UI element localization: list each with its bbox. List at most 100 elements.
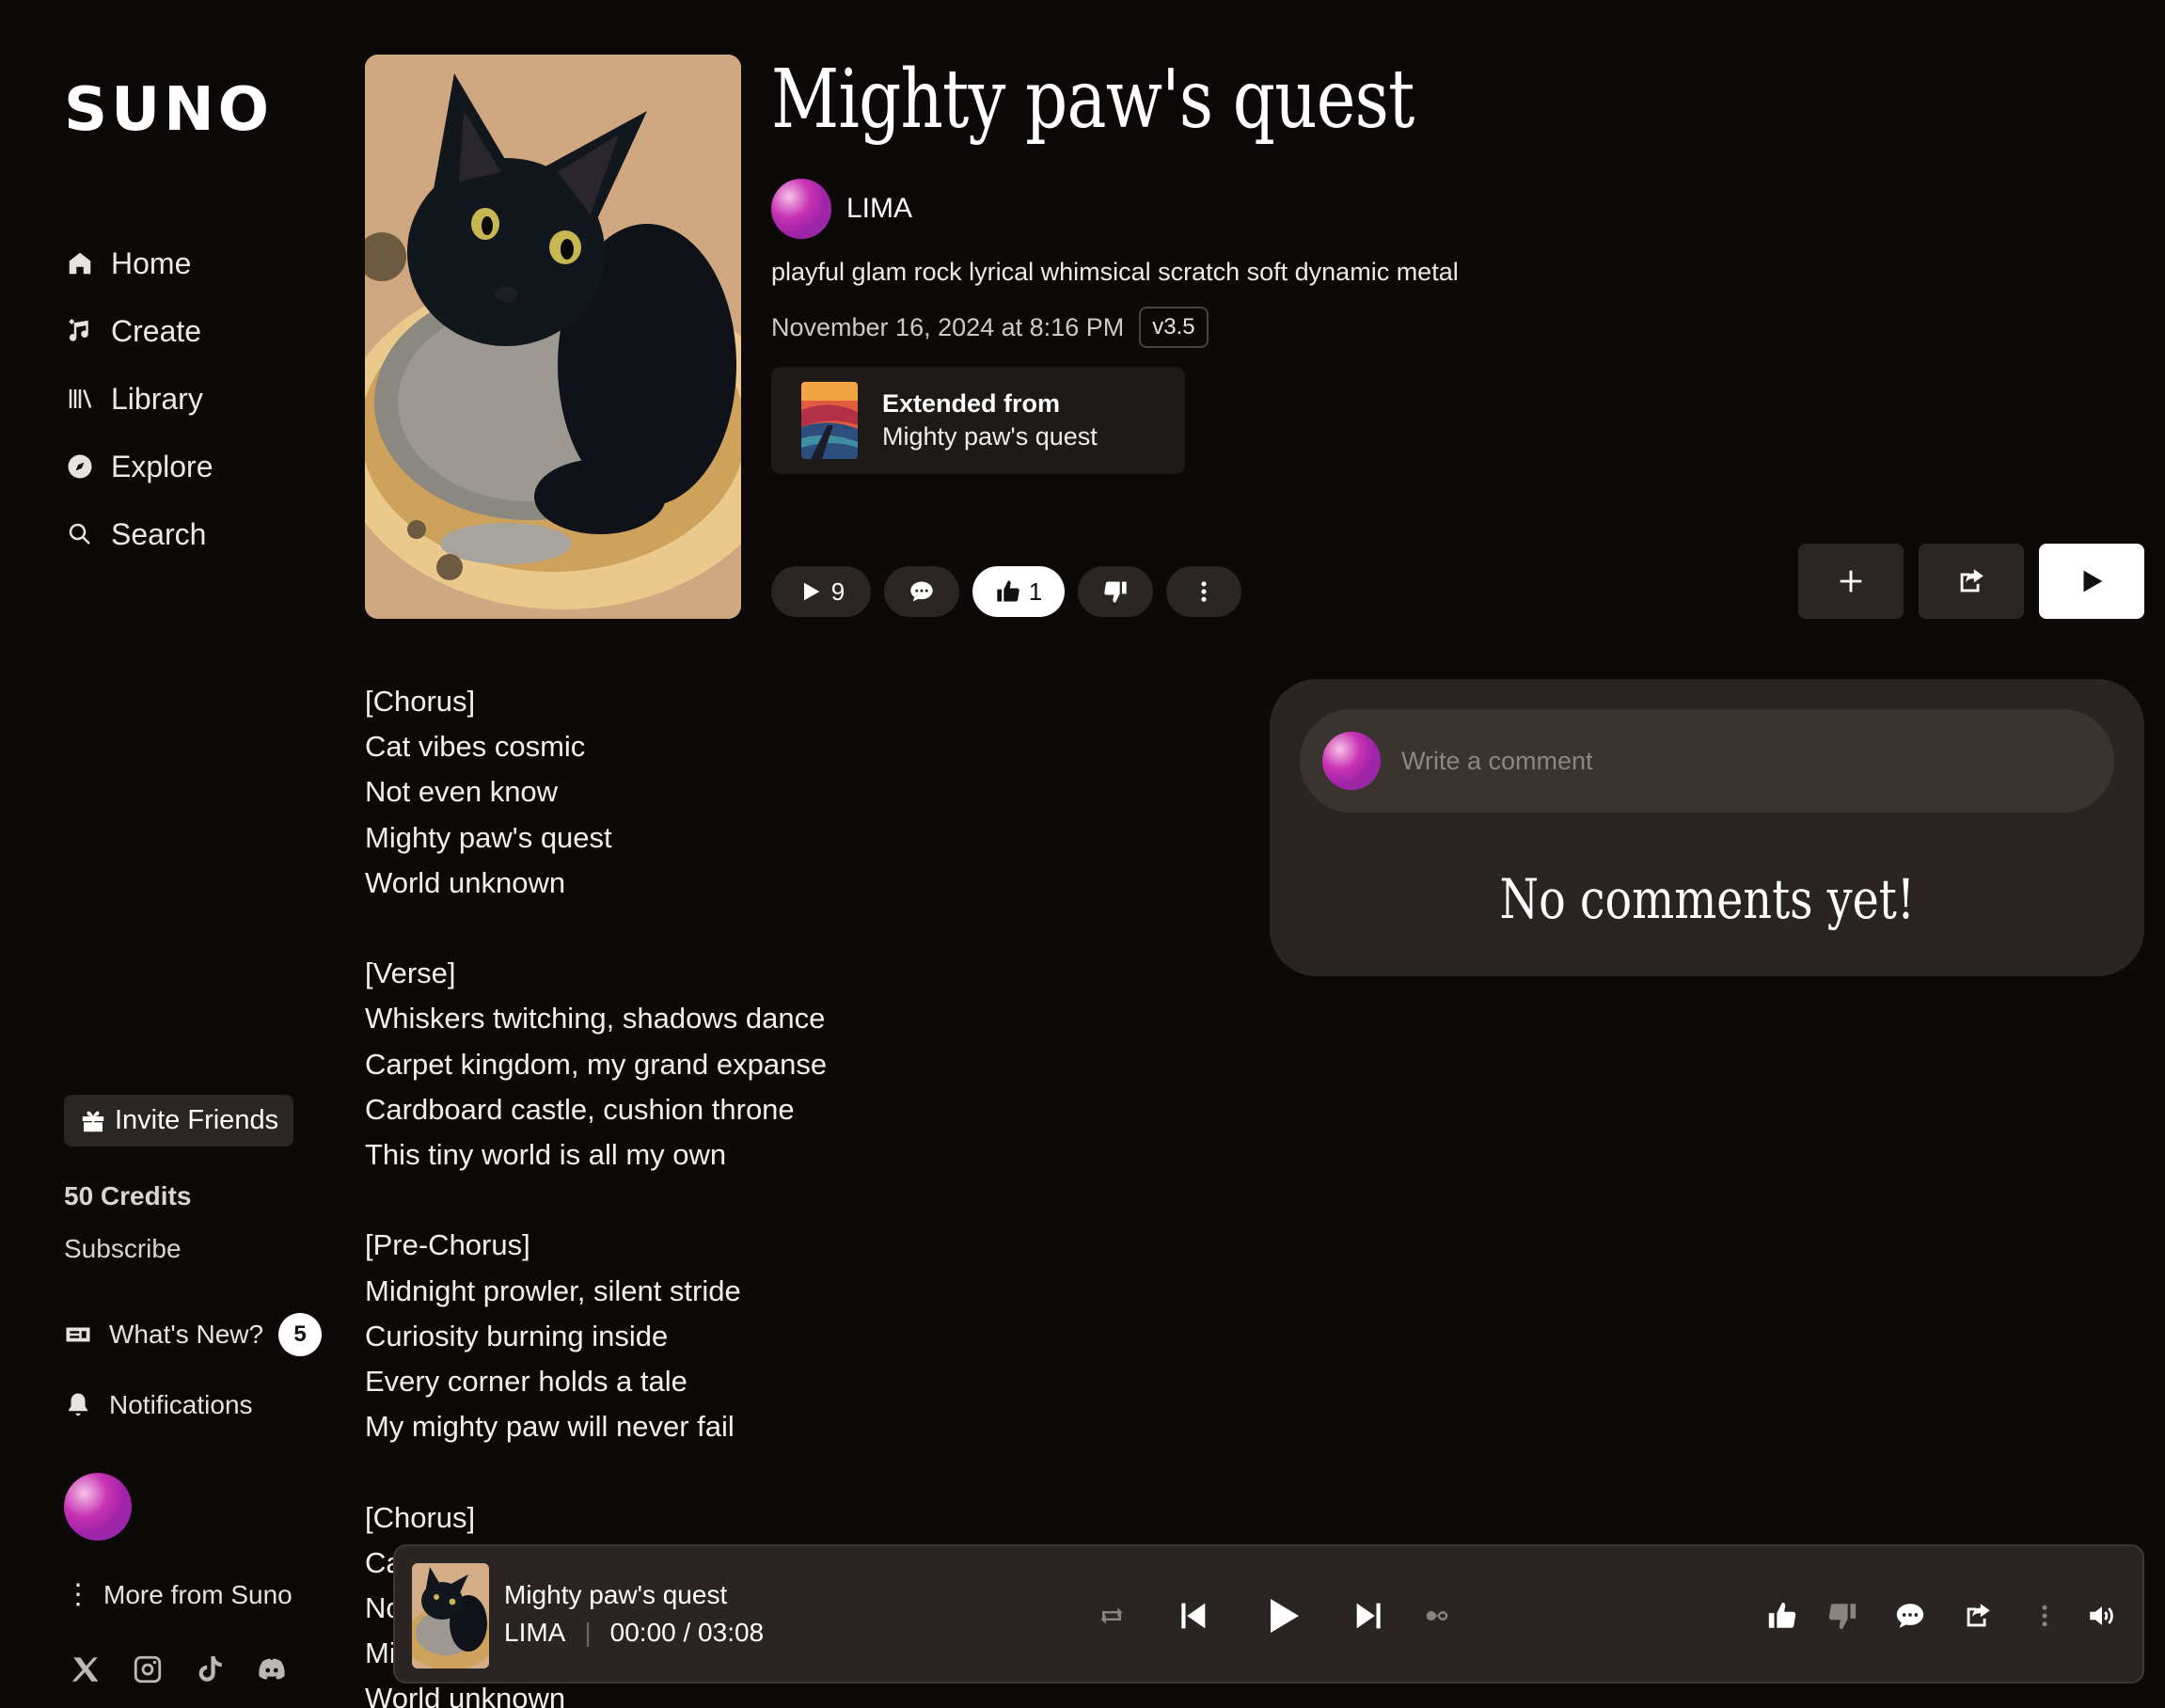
compass-icon (64, 451, 96, 482)
sidebar-item-label: Home (111, 245, 192, 280)
infinite-play-button[interactable] (1418, 1546, 1456, 1685)
library-icon (64, 383, 96, 415)
credits-count: 50 Credits (64, 1181, 192, 1210)
instagram-icon[interactable] (132, 1653, 164, 1685)
cover-art[interactable] (365, 55, 741, 619)
subscribe-link[interactable]: Subscribe (64, 1234, 182, 1264)
x-icon[interactable] (70, 1653, 102, 1685)
player-share-button[interactable] (1954, 1546, 2001, 1685)
comment-input[interactable] (1401, 746, 2060, 776)
player-comment-button[interactable] (1887, 1546, 1934, 1685)
whats-new-badge: 5 (278, 1313, 323, 1356)
extended-from-text: Extended from Mighty paw's quest (882, 389, 1098, 451)
tiktok-icon[interactable] (194, 1653, 226, 1685)
sidebar-item-explore[interactable]: Explore (64, 433, 213, 500)
more-vertical-icon: ⋮ (64, 1579, 92, 1610)
whats-new-button[interactable]: What's New? 5 (64, 1313, 323, 1356)
song-action-pills: 9 1 (771, 566, 1241, 617)
share-button[interactable] (1919, 544, 2024, 619)
comments-panel: No comments yet! (1270, 679, 2144, 976)
invite-friends-button[interactable]: Invite Friends (64, 1095, 294, 1147)
play-icon (803, 582, 820, 601)
sidebar-item-label: Explore (111, 449, 213, 483)
music-note-icon (64, 315, 96, 347)
thumbs-down-icon (1104, 581, 1127, 603)
add-to-playlist-button[interactable] (1798, 544, 1904, 619)
suno-logo[interactable]: SUNO (64, 75, 273, 145)
more-vertical-icon (2042, 1605, 2047, 1627)
newspaper-icon (66, 1327, 90, 1342)
player-like-button[interactable] (1759, 1546, 1806, 1685)
extended-from-card[interactable]: Extended from Mighty paw's quest (771, 367, 1185, 474)
sidebar-item-library[interactable]: Library (64, 365, 213, 433)
sidebar-item-home[interactable]: Home (64, 229, 213, 297)
social-links (70, 1653, 288, 1685)
invite-friends-label: Invite Friends (115, 1105, 279, 1135)
player-time: 00:00 / 03:08 (609, 1618, 765, 1647)
play-song-button[interactable] (2039, 544, 2144, 619)
player-play-button[interactable] (1249, 1546, 1315, 1685)
user-avatar[interactable] (64, 1473, 132, 1541)
player-artist[interactable]: LIMA (504, 1618, 565, 1648)
artist-avatar[interactable] (771, 179, 831, 239)
like-button[interactable]: 1 (972, 566, 1065, 617)
player-subtitle: LIMA | 00:00 / 03:08 (504, 1618, 764, 1648)
repeat-icon (1100, 1607, 1123, 1624)
thumbs-down-icon (1828, 1604, 1857, 1630)
sidebar-item-label: Library (111, 381, 203, 416)
notifications-button[interactable]: Notifications (64, 1390, 253, 1420)
separator: | (584, 1618, 592, 1647)
sidebar: SUNO Home Create Library Explore Search … (0, 0, 348, 1708)
sidebar-item-search[interactable]: Search (64, 500, 213, 568)
play-count: 9 (830, 577, 845, 606)
previous-track-button[interactable] (1164, 1546, 1221, 1685)
dislike-button[interactable] (1078, 566, 1153, 617)
extended-from-label: Extended from (882, 389, 1061, 418)
plus-icon (1840, 570, 1862, 593)
comment-icon (1896, 1604, 1924, 1628)
next-track-button[interactable] (1341, 1546, 1398, 1685)
thumbs-up-icon (1768, 1602, 1796, 1628)
player-more-button[interactable] (2026, 1546, 2063, 1685)
comment-icon (910, 581, 933, 602)
player-dislike-button[interactable] (1819, 1546, 1866, 1685)
search-icon (64, 518, 96, 550)
sidebar-item-create[interactable]: Create (64, 297, 213, 365)
more-options-button[interactable] (1166, 566, 1241, 617)
app-root: SUNO Home Create Library Explore Search … (0, 0, 2165, 1708)
commenter-avatar (1322, 732, 1381, 790)
no-comments-text: No comments yet! (1499, 867, 1915, 931)
volume-button[interactable] (2078, 1546, 2125, 1685)
share-icon (1967, 1604, 1990, 1627)
whats-new-label: What's New? (109, 1320, 264, 1349)
version-badge: v3.5 (1139, 307, 1209, 348)
player-thumbnail[interactable] (412, 1563, 489, 1668)
more-from-suno-label: More from Suno (103, 1580, 292, 1609)
player-bar: Mighty paw's quest LIMA | 00:00 / 03:08 (393, 1544, 2144, 1684)
discord-icon[interactable] (256, 1653, 288, 1685)
style-tags: playful glam rock lyrical whimsical scra… (771, 258, 1459, 286)
bell-icon (69, 1393, 87, 1416)
player-song-title[interactable]: Mighty paw's quest (504, 1580, 727, 1610)
more-from-suno-button[interactable]: ⋮ More from Suno (64, 1580, 292, 1610)
no-comments-message: No comments yet! (1270, 867, 2144, 931)
artist-name[interactable]: LIMA (846, 193, 912, 225)
sidebar-nav: Home Create Library Explore Search (64, 229, 213, 568)
comment-button[interactable] (884, 566, 959, 617)
extended-from-thumbnail (801, 382, 858, 459)
comment-input-container[interactable] (1300, 709, 2114, 813)
song-title: Mighty paw's quest (771, 53, 1414, 147)
repeat-button[interactable] (1093, 1546, 1130, 1685)
share-icon (1960, 569, 1983, 593)
infinity-icon (1426, 1611, 1448, 1621)
notifications-label: Notifications (109, 1390, 253, 1419)
thumbs-up-icon (997, 580, 1019, 602)
extended-from-title: Mighty paw's quest (882, 422, 1098, 451)
play-count-button[interactable]: 9 (771, 566, 871, 617)
gift-icon (82, 1110, 104, 1131)
creation-date: November 16, 2024 at 8:16 PM (771, 312, 1125, 341)
volume-icon (2090, 1606, 2113, 1625)
artist-link[interactable]: LIMA (771, 179, 912, 239)
skip-back-icon (1181, 1603, 1206, 1629)
sidebar-item-label: Create (111, 313, 202, 348)
